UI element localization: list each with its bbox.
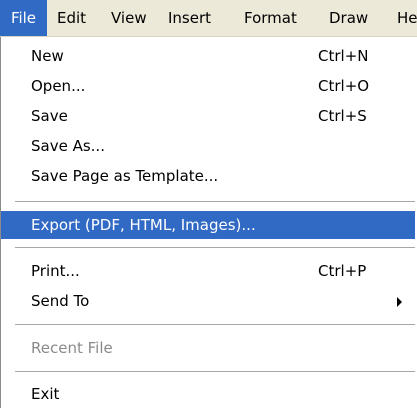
submenu-arrow-icon [397, 297, 402, 307]
menu-item-shortcut: Ctrl+S [318, 107, 367, 125]
menu-item-shortcut: Ctrl+P [318, 262, 367, 280]
menu-item-label: Print... [31, 262, 80, 280]
menu-separator [15, 247, 415, 249]
menu-separator [15, 201, 415, 203]
menu-item-shortcut: Ctrl+O [318, 77, 370, 95]
menu-separator [15, 324, 415, 326]
menu-item-label: Save As... [31, 137, 105, 155]
menu-item-exit[interactable]: Exit [1, 380, 415, 408]
menu-item-save-page-as-template[interactable]: Save Page as Template... [1, 162, 415, 190]
menu-file[interactable]: File [0, 0, 47, 36]
menu-item-label: Recent File [31, 339, 113, 357]
menu-item-label: Export (PDF, HTML, Images)... [31, 216, 256, 234]
menu-item-new[interactable]: New Ctrl+N [1, 42, 415, 70]
menu-insert[interactable]: Insert [168, 0, 211, 36]
menu-item-send-to[interactable]: Send To [1, 287, 415, 315]
menu-item-label: Save Page as Template... [31, 167, 219, 185]
file-menu-dropdown: New Ctrl+N Open... Ctrl+O Save Ctrl+S Sa… [0, 37, 416, 408]
menu-separator [15, 371, 415, 373]
menu-help[interactable]: He [397, 0, 417, 36]
menu-item-label: Save [31, 107, 68, 125]
menu-view[interactable]: View [111, 0, 147, 36]
menu-draw[interactable]: Draw [329, 0, 368, 36]
menu-bar: File Edit View Insert Format Draw He [0, 0, 417, 37]
menu-item-label: Open... [31, 77, 86, 95]
menu-item-label: Exit [31, 385, 60, 403]
menu-item-export[interactable]: Export (PDF, HTML, Images)... [1, 211, 415, 239]
menu-edit[interactable]: Edit [57, 0, 86, 36]
menu-item-save-as[interactable]: Save As... [1, 132, 415, 160]
menu-item-print[interactable]: Print... Ctrl+P [1, 257, 415, 285]
application-window: File Edit View Insert Format Draw He New… [0, 0, 417, 409]
menu-item-label: New [31, 47, 64, 65]
menu-item-shortcut: Ctrl+N [318, 47, 369, 65]
menu-item-save[interactable]: Save Ctrl+S [1, 102, 415, 130]
menu-item-recent-file: Recent File [1, 334, 415, 362]
menu-item-open[interactable]: Open... Ctrl+O [1, 72, 415, 100]
menu-item-label: Send To [31, 292, 90, 310]
menu-format[interactable]: Format [244, 0, 297, 36]
